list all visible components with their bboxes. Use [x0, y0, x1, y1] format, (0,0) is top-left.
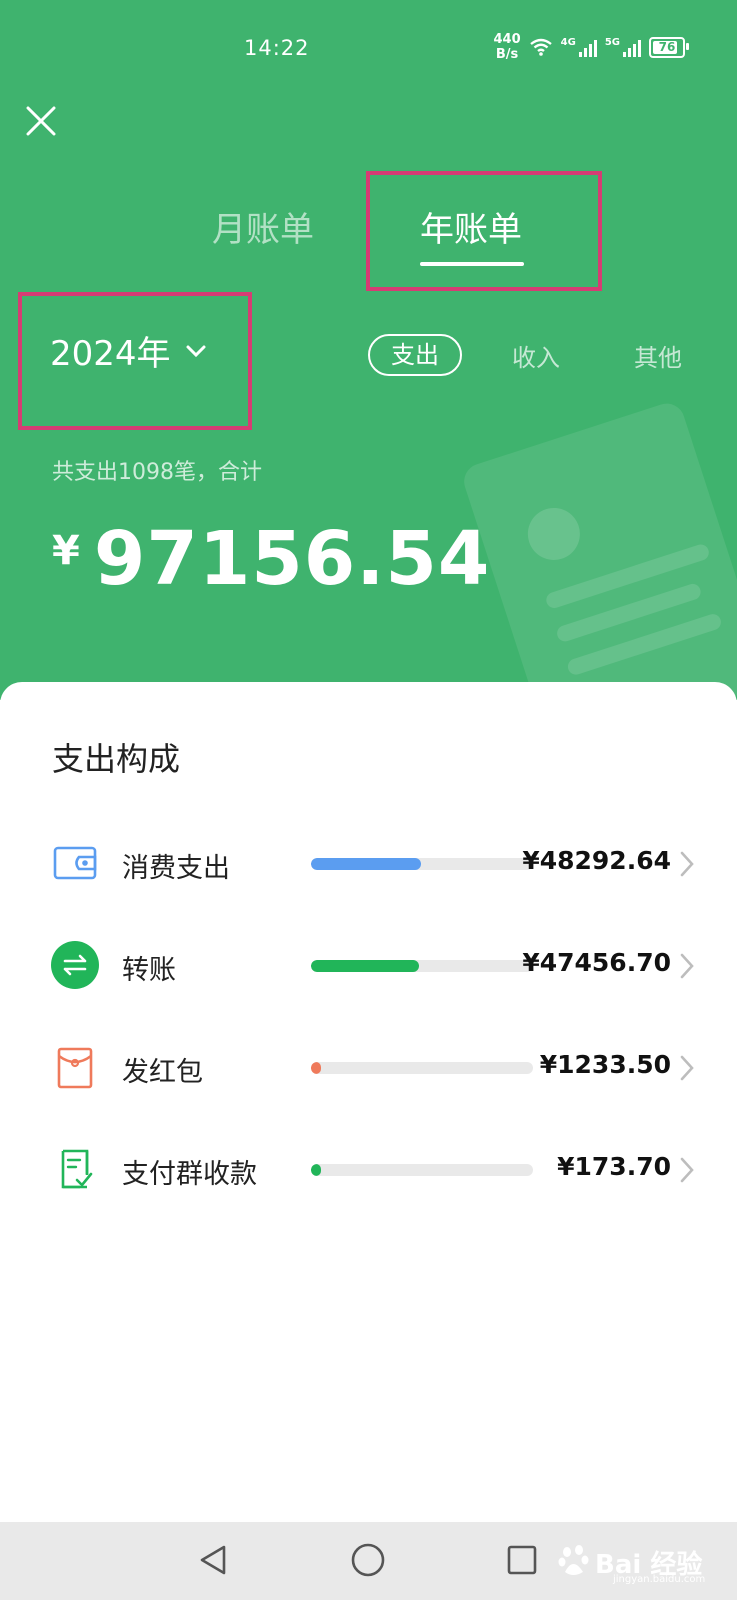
back-icon[interactable] [196, 1542, 232, 1578]
network-speed-unit: B/s [495, 47, 519, 62]
signal-icon-5g: 5G [605, 37, 641, 57]
battery-level: 76 [658, 39, 676, 54]
share-bar [311, 960, 533, 972]
expense-summary: 共支出1098笔，合计 [52, 460, 262, 485]
home-icon[interactable] [350, 1542, 386, 1578]
share-bar-fill [311, 1164, 321, 1176]
signal-label-4g: 4G [560, 37, 576, 48]
filter-expense[interactable]: 支出 [368, 334, 462, 376]
signal-label-5g: 5G [604, 37, 620, 48]
breakdown-row-consumption[interactable]: 消费支出 ¥48292.64 [0, 822, 737, 902]
filter-other[interactable]: 其他 [634, 338, 682, 373]
watermark-url: jingyan.baidu.com [613, 1574, 706, 1585]
chevron-right-icon [680, 1055, 694, 1081]
breakdown-row-red-packet[interactable]: 发红包 ¥1233.50 [0, 1026, 737, 1106]
breakdown-value: ¥48292.64 [522, 846, 671, 875]
currency-symbol: ¥ [52, 528, 80, 574]
total-amount: ¥ 97156.54 [52, 516, 490, 602]
close-icon[interactable] [24, 104, 58, 138]
tab-monthly-bill[interactable]: 月账单 [212, 202, 314, 251]
breakdown-value: ¥1233.50 [539, 1050, 671, 1079]
share-bar-fill [311, 960, 420, 972]
total-amount-value: 97156.54 [93, 516, 491, 602]
expense-breakdown-panel: 支出构成 消费支出 ¥48292.64 转账 ¥47456.70 发红包 ¥12 [0, 682, 737, 1522]
baidu-watermark: Bai 经验 jingyan.baidu.com [553, 1536, 713, 1588]
share-bar [311, 858, 533, 870]
breakdown-label: 发红包 [122, 1057, 203, 1088]
recents-icon[interactable] [504, 1542, 540, 1578]
breakdown-row-transfer[interactable]: 转账 ¥47456.70 [0, 924, 737, 1004]
share-bar-fill [311, 858, 422, 870]
red-packet-icon [57, 1047, 93, 1089]
highlight-box-yearly-tab [366, 171, 602, 291]
breakdown-label: 支付群收款 [122, 1159, 257, 1190]
breakdown-value: ¥173.70 [557, 1152, 671, 1181]
highlight-box-year-selector [18, 292, 252, 430]
breakdown-label: 转账 [122, 955, 176, 986]
share-bar [311, 1164, 533, 1176]
system-nav-bar: Bai 经验 jingyan.baidu.com [0, 1522, 737, 1600]
battery-icon: 76 [649, 36, 689, 58]
chevron-right-icon [680, 1157, 694, 1183]
breakdown-value: ¥47456.70 [522, 948, 671, 977]
breakdown-row-group-payment[interactable]: 支付群收款 ¥173.70 [0, 1128, 737, 1208]
group-payment-icon [61, 1149, 93, 1189]
wifi-icon [529, 38, 552, 56]
filter-income[interactable]: 收入 [512, 338, 560, 373]
signal-icon-4g: 4G [561, 37, 597, 57]
network-speed: 440 B/s [494, 32, 521, 62]
status-time: 14:22 [244, 36, 310, 60]
share-bar-fill [311, 1062, 321, 1074]
panel-title: 支出构成 [52, 740, 181, 778]
chevron-right-icon [680, 953, 694, 979]
share-bar [311, 1062, 533, 1074]
wallet-icon [53, 846, 97, 880]
network-speed-value: 440 [493, 32, 521, 47]
bill-header: 14:22 440 B/s 4G 5G 76 月账单 年账单 2024年 支出 … [0, 0, 737, 700]
breakdown-label: 消费支出 [122, 853, 230, 884]
status-icons: 440 B/s 4G 5G 76 [494, 32, 689, 62]
transfer-icon [51, 941, 99, 989]
baidu-paw-icon [558, 1545, 589, 1575]
chevron-right-icon [680, 851, 694, 877]
